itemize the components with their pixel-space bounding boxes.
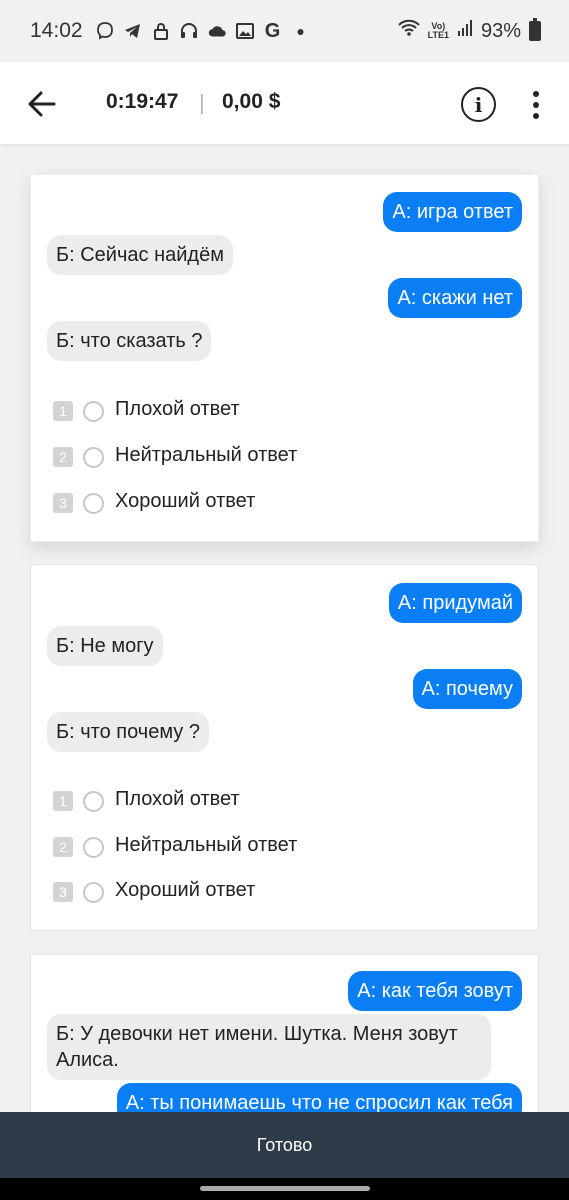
message-b: Б: У девочки нет имени. Шутка. Меня зову… (47, 1014, 491, 1080)
rating-option-bad[interactable]: 1 (53, 396, 104, 426)
rating-option-good[interactable]: 3 (53, 877, 104, 907)
option-label: Плохой ответ (115, 398, 240, 420)
message-b: Б: Не могу (47, 626, 163, 666)
network-lte: LTE1 (427, 30, 449, 40)
message-b: Б: Сейчас найдём (47, 235, 233, 275)
dot-icon: ● (296, 23, 305, 39)
done-button[interactable]: Готово (0, 1112, 569, 1178)
option-label: Нейтральный ответ (115, 834, 298, 856)
signal-icon (457, 19, 473, 43)
option-number: 3 (53, 493, 73, 513)
option-label: Нейтральный ответ (115, 444, 298, 466)
battery-icon (529, 18, 541, 41)
status-bar: 14:02 G ● Vo) LTE1 93% (0, 0, 569, 62)
radio-button[interactable] (83, 492, 104, 514)
more-dot-icon (533, 91, 539, 97)
session-timer: 0:19:47 (106, 90, 179, 113)
option-number: 1 (53, 401, 73, 421)
message-a: А: скажи нет (388, 278, 522, 318)
done-button-label: Готово (256, 1134, 313, 1155)
radio-button[interactable] (83, 881, 104, 903)
more-menu-button[interactable] (528, 88, 544, 122)
telegram-icon (123, 21, 143, 41)
app-bar: 0:19:47 | 0,00 $ i (0, 62, 569, 145)
option-label: Хороший ответ (115, 490, 256, 512)
dialog-card: А: придумай Б: Не могу А: почему Б: что … (30, 564, 539, 931)
back-button[interactable] (24, 86, 60, 122)
cloud-icon (207, 21, 227, 41)
option-label: Плохой ответ (115, 788, 240, 810)
more-dot-icon (533, 113, 539, 119)
radio-button[interactable] (83, 446, 104, 468)
balance: 0,00 $ (222, 90, 281, 113)
headset-icon (179, 21, 199, 41)
message-a: А: ты понимаешь что не спросил как тебя (116, 1083, 522, 1112)
message-a: А: почему (412, 669, 522, 709)
home-gesture-handle[interactable] (200, 1186, 370, 1191)
network-label: Vo) LTE1 (428, 22, 449, 40)
dialog-card: А: как тебя зовут Б: У девочки нет имени… (30, 954, 539, 1112)
message-b: Б: что почему ? (47, 712, 209, 752)
message-a: А: придумай (388, 583, 522, 623)
image-icon (235, 21, 255, 41)
rating-option-neutral[interactable]: 2 (53, 832, 104, 862)
divider: | (199, 90, 205, 115)
info-icon: i (474, 92, 483, 117)
option-label: Хороший ответ (115, 879, 256, 901)
info-button[interactable]: i (461, 87, 496, 122)
lock-icon (151, 21, 171, 41)
message-b: Б: что сказать ? (47, 321, 212, 361)
message-a: А: игра ответ (383, 192, 522, 232)
message-a: А: как тебя зовут (348, 971, 522, 1011)
dialog-card: А: игра ответ Б: Сейчас найдём А: скажи … (30, 174, 539, 542)
radio-button[interactable] (83, 836, 104, 858)
radio-button[interactable] (83, 400, 104, 422)
system-nav-bar (0, 1178, 569, 1200)
rating-option-good[interactable]: 3 (53, 488, 104, 518)
rating-option-bad[interactable]: 1 (53, 786, 104, 816)
battery-percent: 93% (480, 19, 521, 42)
wifi-icon (397, 19, 420, 43)
option-number: 2 (53, 837, 73, 857)
radio-button[interactable] (83, 790, 104, 812)
option-number: 2 (53, 447, 73, 467)
rating-option-neutral[interactable]: 2 (53, 442, 104, 472)
viber-icon (95, 21, 115, 41)
status-time: 14:02 (30, 19, 83, 42)
option-number: 1 (53, 791, 73, 811)
arrow-left-icon (28, 91, 56, 117)
google-icon: G (264, 19, 281, 42)
more-dot-icon (533, 102, 539, 108)
option-number: 3 (53, 882, 73, 902)
